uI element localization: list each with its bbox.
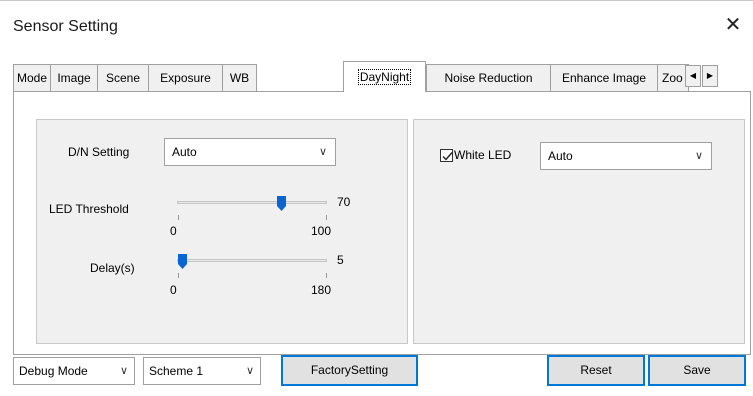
window-title: Sensor Setting xyxy=(13,18,118,35)
led-threshold-min: 0 xyxy=(170,224,177,238)
white-led-value: Auto xyxy=(548,149,573,163)
delay-slider-track[interactable] xyxy=(177,259,327,262)
led-threshold-label: LED Threshold xyxy=(49,202,129,216)
white-led-group: White LED Auto ∨ xyxy=(413,119,745,344)
delay-tick-min xyxy=(178,273,179,278)
scheme-select[interactable]: Scheme 1 ∨ xyxy=(143,357,261,385)
led-threshold-tick-max xyxy=(326,215,327,220)
tab-wb[interactable]: WB xyxy=(222,64,257,91)
dn-setting-select[interactable]: Auto ∨ xyxy=(164,138,336,166)
chevron-down-icon: ∨ xyxy=(318,146,327,158)
tab-daynight-label: DayNight xyxy=(357,69,412,85)
daynight-settings-group: D/N Setting Auto ∨ LED Threshold 70 0 10… xyxy=(36,119,408,344)
tab-strip: Mode Image Scene Exposure WB DayNight No… xyxy=(13,61,751,92)
dn-setting-label: D/N Setting xyxy=(68,145,130,159)
chevron-down-icon: ∨ xyxy=(116,358,128,384)
delay-slider-thumb[interactable] xyxy=(177,254,187,269)
scheme-value: Scheme 1 xyxy=(149,364,204,378)
delay-value: 5 xyxy=(337,253,344,267)
tab-scroll-left-icon[interactable]: ◀ xyxy=(685,65,701,87)
led-threshold-slider-thumb[interactable] xyxy=(277,196,287,211)
debug-mode-select[interactable]: Debug Mode ∨ xyxy=(13,357,135,385)
tab-mode[interactable]: Mode xyxy=(13,64,51,91)
white-led-label: White LED xyxy=(454,148,512,162)
delay-label: Delay(s) xyxy=(90,261,135,275)
tab-scroll-right-icon[interactable]: ▶ xyxy=(702,65,718,87)
tab-image[interactable]: Image xyxy=(50,64,98,91)
reset-button[interactable]: Reset xyxy=(547,355,645,386)
tab-enhance-image[interactable]: Enhance Image xyxy=(550,64,658,91)
chevron-down-icon: ∨ xyxy=(694,150,703,162)
factory-setting-button[interactable]: FactorySetting xyxy=(281,355,418,386)
tab-daynight[interactable]: DayNight xyxy=(343,61,426,92)
delay-min: 0 xyxy=(170,283,177,297)
checkmark-icon xyxy=(442,152,453,161)
delay-max: 180 xyxy=(311,283,332,297)
tab-noise-reduction[interactable]: Noise Reduction xyxy=(426,64,551,91)
tab-exposure[interactable]: Exposure xyxy=(148,64,223,91)
led-threshold-max: 100 xyxy=(311,224,332,238)
delay-tick-max xyxy=(326,273,327,278)
dn-setting-value: Auto xyxy=(172,145,197,159)
close-icon[interactable]: ✕ xyxy=(721,13,745,37)
title-bar: Sensor Setting ✕ xyxy=(0,1,753,57)
white-led-checkbox[interactable] xyxy=(440,149,453,162)
led-threshold-slider-track[interactable] xyxy=(177,201,327,204)
tab-scene[interactable]: Scene xyxy=(97,64,149,91)
chevron-down-icon: ∨ xyxy=(242,358,254,384)
led-threshold-value: 70 xyxy=(337,195,351,209)
tab-content-panel: D/N Setting Auto ∨ LED Threshold 70 0 10… xyxy=(13,91,751,355)
debug-mode-value: Debug Mode xyxy=(19,364,88,378)
save-button[interactable]: Save xyxy=(648,355,746,386)
white-led-select[interactable]: Auto ∨ xyxy=(540,142,712,170)
led-threshold-tick-min xyxy=(178,215,179,220)
